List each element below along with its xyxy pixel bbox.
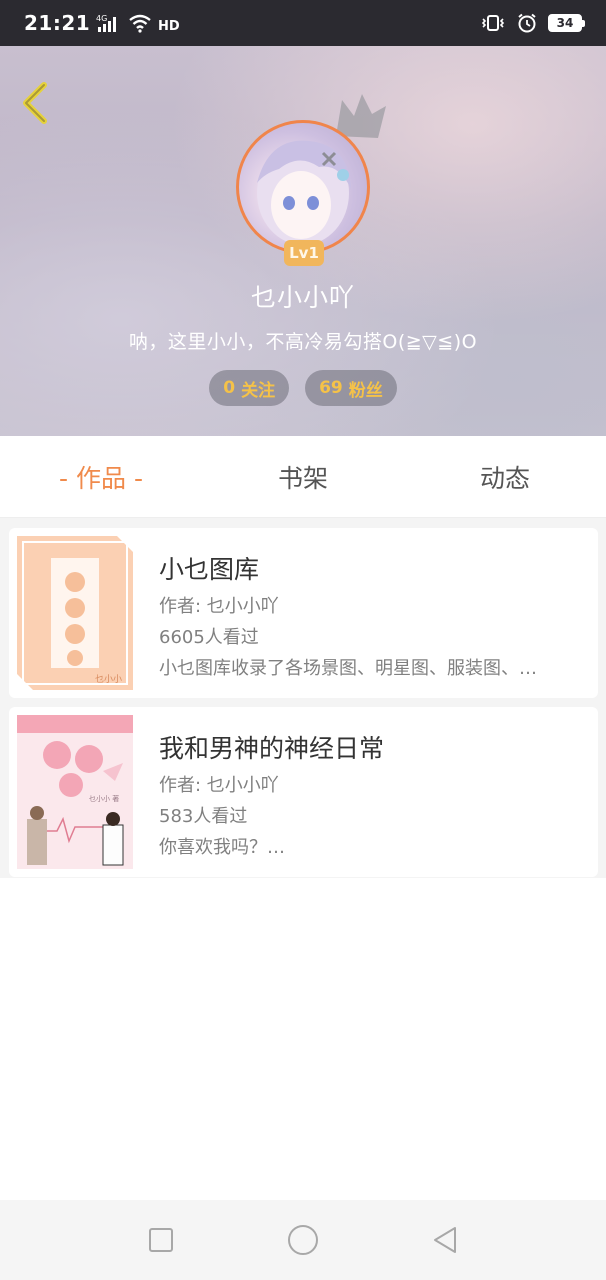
profile-header: Lv1 乜小小吖 呐，这里小小，不高冷易勾搭O(≧▽≦)O 0 关注 69 粉丝 — [0, 46, 606, 436]
status-time: 21:21 — [24, 11, 91, 35]
triangle-back-icon — [434, 1227, 456, 1253]
fans-count: 69 — [319, 378, 343, 398]
level-badge: Lv1 — [284, 240, 324, 266]
fans-button[interactable]: 69 粉丝 — [305, 370, 397, 406]
status-right: 34 — [480, 13, 585, 33]
signal-icon: 4G — [96, 13, 122, 33]
avatar[interactable] — [236, 120, 370, 254]
svg-text:4G: 4G — [96, 14, 107, 23]
alarm-icon — [516, 13, 538, 33]
status-bar: 21:21 4G HD 34 — [0, 0, 606, 46]
avatar-illustration-icon — [257, 140, 351, 245]
work-description: 你喜欢我吗？… — [159, 837, 285, 858]
work-views: 583人看过 — [159, 806, 248, 827]
cover-image-gallery-icon: 乜小小 — [17, 536, 133, 690]
recents-button[interactable] — [131, 1210, 191, 1270]
work-description: 小乜图库收录了各场景图、明星图、服装图、… — [159, 658, 537, 679]
username: 乜小小吖 — [250, 283, 355, 312]
work-title: 我和男神的神经日常 — [159, 734, 385, 763]
work-title: 小乜图库 — [159, 555, 260, 584]
back-button[interactable] — [10, 76, 60, 130]
vibrate-icon — [480, 13, 506, 33]
tab-works[interactable]: - 作品 - — [0, 436, 202, 517]
system-nav-bar — [0, 1200, 606, 1280]
work-author: 作者: 乜小小吖 — [159, 775, 279, 796]
work-cover: 乜小小 — [17, 536, 133, 690]
wifi-icon — [128, 13, 152, 33]
svg-text:HD: HD — [158, 19, 180, 33]
battery-icon: 34 — [548, 14, 585, 32]
square-icon — [149, 1228, 173, 1252]
work-card[interactable]: 乜小小 著 我和男神的神经日常 作者: 乜小小吖 583人看过 你喜欢我吗？… — [9, 707, 598, 877]
home-button[interactable] — [273, 1210, 333, 1270]
chevron-left-icon — [23, 82, 47, 124]
svg-text:乜小小 著: 乜小小 著 — [89, 794, 119, 803]
following-count: 0 — [223, 378, 236, 398]
status-left: 21:21 4G HD — [24, 11, 480, 35]
stats-row: 0 关注 69 粉丝 — [0, 370, 606, 406]
following-label: 关注 — [241, 380, 276, 401]
work-views: 6605人看过 — [159, 627, 259, 648]
following-button[interactable]: 0 关注 — [209, 370, 290, 406]
svg-text:乜小小: 乜小小 — [95, 674, 122, 685]
works-list: 乜小小 小乜图库 作者: 乜小小吖 6605人看过 小乜图库收录了各场景图、明星… — [0, 518, 606, 1200]
work-cover: 乜小小 著 — [17, 715, 133, 869]
work-author: 作者: 乜小小吖 — [159, 596, 279, 617]
tab-activity[interactable]: 动态 — [404, 436, 606, 517]
cover-image-romance-icon: 乜小小 著 — [17, 715, 133, 869]
profile-bio: 呐，这里小小，不高冷易勾搭O(≧▽≦)O — [128, 331, 478, 353]
hd-icon: HD — [158, 13, 180, 33]
profile-tabs: - 作品 - 书架 动态 — [0, 436, 606, 518]
fans-label: 粉丝 — [348, 380, 383, 401]
tab-bookshelf[interactable]: 书架 — [202, 436, 404, 517]
work-card[interactable]: 乜小小 小乜图库 作者: 乜小小吖 6605人看过 小乜图库收录了各场景图、明星… — [9, 528, 598, 698]
avatar-wrap: Lv1 — [236, 94, 386, 266]
circle-icon — [288, 1225, 318, 1255]
back-nav-button[interactable] — [415, 1210, 475, 1270]
